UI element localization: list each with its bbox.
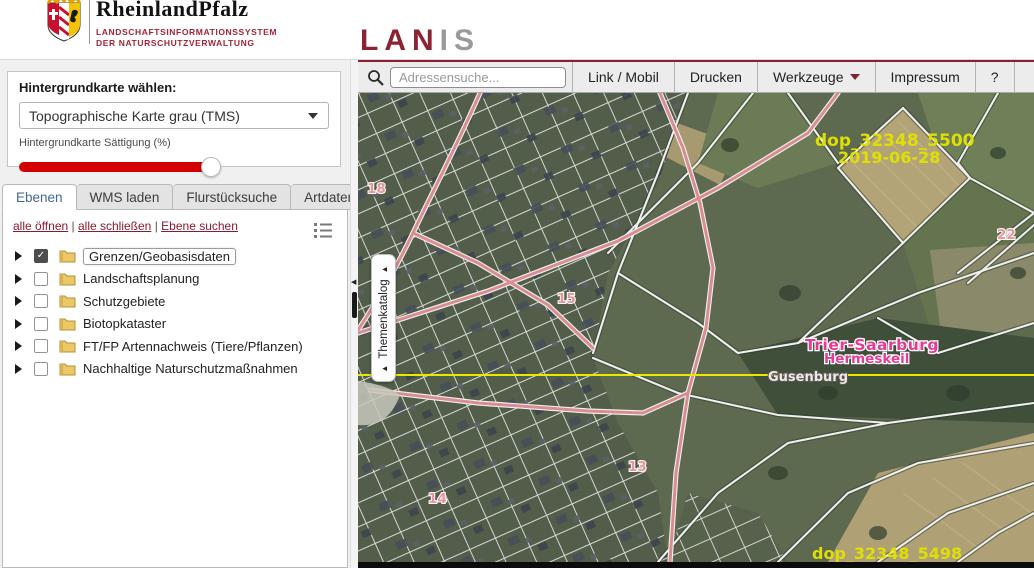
collapse-left-arrow-icon: ▲	[380, 365, 389, 373]
impressum-button[interactable]: Impressum	[876, 62, 976, 93]
layer-checkbox[interactable]	[34, 339, 48, 353]
folder-icon	[59, 339, 76, 353]
brand-subtitle: LANDSCHAFTSINFORMATIONSSYSTEM DER NATURS…	[96, 27, 277, 49]
saturation-slider[interactable]	[19, 157, 329, 177]
chevron-down-icon	[850, 74, 860, 80]
expand-arrow-icon[interactable]	[15, 364, 22, 374]
layer-item-grenzen-geobasisdaten: ✓ Grenzen/Geobasisdaten	[3, 245, 347, 268]
address-search-input[interactable]	[390, 67, 566, 88]
saturation-label: Hintergrundkarte Sättigung (%)	[19, 137, 329, 149]
layer-label[interactable]: Schutzgebiete	[83, 294, 165, 309]
layer-checkbox[interactable]	[34, 272, 48, 286]
layer-link-row: alle öffnen | alle schließen | Ebene suc…	[3, 210, 347, 237]
tab-flurstuecksuche[interactable]: Flurstücksuche	[173, 184, 291, 210]
layer-checkbox[interactable]: ✓	[34, 249, 48, 263]
tile-date-label: 2019-06-28	[838, 148, 940, 167]
layer-item-nachhaltige-naturschutzmassnahmen: Nachhaltige Naturschutzmaßnahmen	[3, 358, 347, 381]
layer-search-link[interactable]: Ebene suchen	[161, 219, 238, 233]
app-header: RheinlandPfalz LANDSCHAFTSINFORMATIONSSY…	[0, 0, 1034, 60]
sidebar: Hintergrundkarte wählen: Topographische …	[0, 60, 350, 568]
werkzeuge-button[interactable]: Werkzeuge	[758, 62, 876, 93]
layer-item-ft-fp-artennachweis: FT/FP Artennachweis (Tiere/Pflanzen)	[3, 335, 347, 358]
background-map-selected-option: Topographische Karte grau (TMS)	[29, 108, 240, 124]
app-title: LANIS	[360, 24, 480, 58]
themenkatalog-tab[interactable]: ▲ Themenkatalog ▲	[371, 254, 396, 382]
layer-checkbox[interactable]	[34, 317, 48, 331]
expand-arrow-icon[interactable]	[15, 296, 22, 306]
town-label-gusenburg: Gusenburg	[768, 370, 848, 385]
folder-icon	[59, 294, 76, 308]
brand-name: RheinlandPfalz	[96, 0, 248, 22]
parcel-number-14: 14	[428, 491, 447, 507]
district-label-hermeskeil: Hermeskeil	[824, 351, 909, 367]
folder-icon	[59, 272, 76, 286]
expand-arrow-icon[interactable]	[15, 274, 22, 284]
layer-item-landschaftsplanung: Landschaftsplanung	[3, 268, 347, 291]
parcel-number-22: 22	[997, 227, 1016, 243]
themenkatalog-label: Themenkatalog	[378, 279, 390, 358]
layer-checkbox[interactable]	[34, 362, 48, 376]
layer-item-biotopkataster: Biotopkataster	[3, 313, 347, 336]
rheinland-pfalz-crest	[44, 0, 84, 43]
link-mobil-button[interactable]: Link / Mobil	[572, 62, 675, 93]
background-map-select[interactable]: Topographische Karte grau (TMS)	[19, 102, 329, 129]
themenkatalog-tab-inner: ▲ Themenkatalog ▲	[372, 256, 396, 382]
layer-label[interactable]: Landschaftsplanung	[83, 271, 199, 286]
panel-divider: ◀	[350, 60, 358, 568]
background-map-label: Hintergrundkarte wählen:	[19, 80, 329, 95]
parcel-number-15: 15	[557, 291, 576, 307]
folder-icon	[59, 249, 76, 263]
sidebar-tabs: Ebenen WMS laden Flurstücksuche Artdaten	[2, 184, 369, 210]
layer-label[interactable]: Biotopkataster	[83, 316, 166, 331]
folder-icon	[59, 317, 76, 331]
parcel-number-18: 18	[367, 181, 386, 197]
brand-divider	[89, 0, 90, 44]
map-bottom-bar	[358, 562, 1034, 568]
background-map-box: Hintergrundkarte wählen: Topographische …	[7, 71, 341, 167]
chevron-down-icon	[308, 113, 318, 119]
layer-label[interactable]: FT/FP Artennachweis (Tiere/Pflanzen)	[83, 339, 303, 354]
saturation-slider-track[interactable]	[19, 162, 211, 172]
search-icon[interactable]	[367, 69, 384, 86]
tab-wms-laden[interactable]: WMS laden	[77, 184, 174, 210]
collapse-arrow-icon[interactable]: ◀	[351, 278, 356, 286]
drucken-button[interactable]: Drucken	[675, 62, 758, 93]
open-all-link[interactable]: alle öffnen	[13, 219, 68, 233]
map-column: Link / Mobil Drucken Werkzeuge Impressum…	[358, 60, 1034, 568]
expand-arrow-icon[interactable]	[15, 319, 22, 329]
map-area[interactable]: dop_32348_5500 2019-06-28 dop_32348_5498…	[358, 93, 1034, 562]
help-button[interactable]: ?	[976, 62, 1015, 93]
parcel-number-13: 13	[628, 459, 647, 475]
panel-resize-handle[interactable]	[352, 292, 357, 318]
saturation-slider-handle[interactable]	[201, 157, 221, 177]
layer-label[interactable]: Nachhaltige Naturschutzmaßnahmen	[83, 361, 298, 376]
layer-label[interactable]: Grenzen/Geobasisdaten	[83, 248, 236, 265]
map-canvas[interactable]: dop_32348_5500 2019-06-28 dop_32348_5498…	[358, 93, 1034, 562]
layer-panel: alle öffnen | alle schließen | Ebene suc…	[2, 209, 348, 568]
folder-icon	[59, 362, 76, 376]
legend-list-icon[interactable]	[313, 222, 333, 239]
layer-checkbox[interactable]	[34, 294, 48, 308]
map-toolbar: Link / Mobil Drucken Werkzeuge Impressum…	[358, 62, 1034, 93]
layer-item-schutzgebiete: Schutzgebiete	[3, 290, 347, 313]
layer-tree: ✓ Grenzen/Geobasisdaten Landschaftsplanu…	[3, 245, 347, 380]
expand-arrow-icon[interactable]	[15, 341, 22, 351]
tab-ebenen[interactable]: Ebenen	[2, 184, 77, 210]
collapse-left-arrow-icon: ▲	[380, 265, 389, 273]
expand-arrow-icon[interactable]	[15, 251, 22, 261]
tile-label-bottom: dop_32348_5498	[812, 544, 962, 562]
toolbar-button-group: Link / Mobil Drucken Werkzeuge Impressum…	[572, 62, 1015, 93]
close-all-link[interactable]: alle schließen	[78, 219, 151, 233]
